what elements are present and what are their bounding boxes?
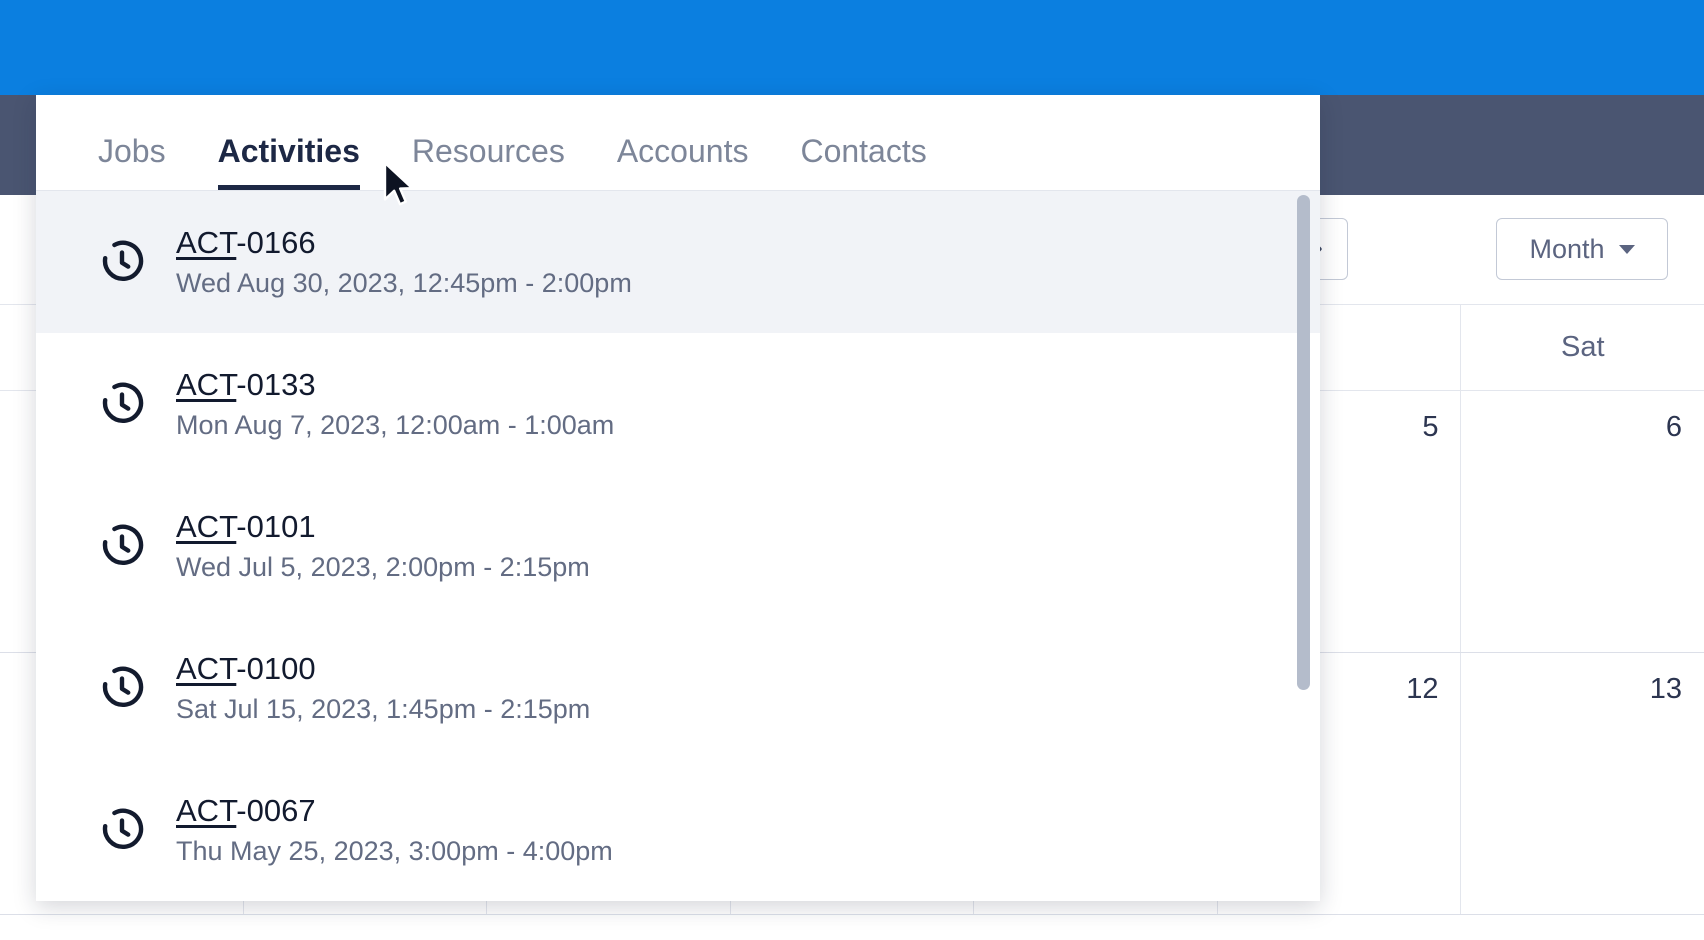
calendar-day-header-sat: Sat: [1460, 305, 1704, 390]
search-result-item[interactable]: ACT-0166 Wed Aug 30, 2023, 12:45pm - 2:0…: [36, 191, 1320, 333]
search-result-text: ACT-0133 Mon Aug 7, 2023, 12:00am - 1:00…: [176, 367, 615, 440]
calendar-view-select[interactable]: Month: [1496, 218, 1668, 280]
results-scrollbar-thumb[interactable]: [1297, 195, 1310, 690]
activity-clock-icon: [98, 664, 146, 712]
tab-jobs[interactable]: Jobs: [98, 133, 166, 190]
results-scrollbar[interactable]: [1297, 191, 1310, 901]
tab-accounts[interactable]: Accounts: [617, 133, 749, 190]
search-result-subtitle: Wed Aug 30, 2023, 12:45pm - 2:00pm: [176, 267, 632, 298]
search-result-subtitle: Thu May 25, 2023, 3:00pm - 4:00pm: [176, 835, 613, 866]
search-result-title: ACT-0133: [176, 367, 614, 403]
calendar-view-label: Month: [1529, 233, 1605, 264]
search-category-tabs: Jobs Activities Resources Accounts Conta…: [36, 95, 1320, 191]
activity-clock-icon: [98, 522, 146, 570]
calendar-day-cell[interactable]: 6: [1460, 391, 1704, 652]
search-result-title: ACT-0100: [176, 651, 590, 687]
search-result-item[interactable]: ACT-0133 Mon Aug 7, 2023, 12:00am - 1:00…: [36, 333, 1320, 475]
chevron-down-icon: [1618, 244, 1635, 254]
top-app-bar: [0, 0, 1704, 95]
tab-resources[interactable]: Resources: [412, 133, 565, 190]
search-result-title: ACT-0067: [176, 793, 613, 829]
search-result-id-rest: -0133: [236, 367, 316, 403]
search-result-item[interactable]: ACT-0101 Wed Jul 5, 2023, 2:00pm - 2:15p…: [36, 475, 1320, 617]
search-result-id-rest: -0100: [236, 651, 316, 687]
activity-clock-icon: [98, 238, 146, 286]
search-result-text: ACT-0100 Sat Jul 15, 2023, 1:45pm - 2:15…: [176, 651, 591, 724]
search-match-highlight: ACT: [176, 793, 237, 829]
app-root: Today Month Sat: [0, 0, 1704, 940]
calendar-day-cell[interactable]: 13: [1460, 653, 1704, 914]
tab-activities[interactable]: Activities: [217, 133, 361, 190]
search-result-text: ACT-0101 Wed Jul 5, 2023, 2:00pm - 2:15p…: [176, 509, 590, 582]
search-result-subtitle: Mon Aug 7, 2023, 12:00am - 1:00am: [176, 409, 615, 440]
search-match-highlight: ACT: [176, 651, 237, 687]
search-result-id-rest: -0166: [236, 225, 316, 261]
search-results-list: ACT-0166 Wed Aug 30, 2023, 12:45pm - 2:0…: [36, 191, 1320, 901]
search-match-highlight: ACT: [176, 509, 237, 545]
search-result-item[interactable]: ACT-0100 Sat Jul 15, 2023, 1:45pm - 2:15…: [36, 617, 1320, 759]
search-result-item[interactable]: ACT-0067 Thu May 25, 2023, 3:00pm - 4:00…: [36, 759, 1320, 901]
tab-contacts[interactable]: Contacts: [800, 133, 926, 190]
activity-clock-icon: [98, 380, 146, 428]
search-result-text: ACT-0067 Thu May 25, 2023, 3:00pm - 4:00…: [176, 793, 613, 866]
search-result-subtitle: Sat Jul 15, 2023, 1:45pm - 2:15pm: [176, 693, 591, 724]
activity-clock-icon: [98, 806, 146, 854]
search-result-title: ACT-0101: [176, 509, 590, 545]
search-result-id-rest: -0067: [236, 793, 316, 829]
search-result-id-rest: -0101: [236, 509, 316, 545]
search-result-subtitle: Wed Jul 5, 2023, 2:00pm - 2:15pm: [176, 551, 590, 582]
search-result-title: ACT-0166: [176, 225, 632, 261]
search-match-highlight: ACT: [176, 225, 237, 261]
search-match-highlight: ACT: [176, 367, 237, 403]
search-results-dropdown: Jobs Activities Resources Accounts Conta…: [36, 95, 1320, 901]
search-result-text: ACT-0166 Wed Aug 30, 2023, 12:45pm - 2:0…: [176, 225, 632, 298]
